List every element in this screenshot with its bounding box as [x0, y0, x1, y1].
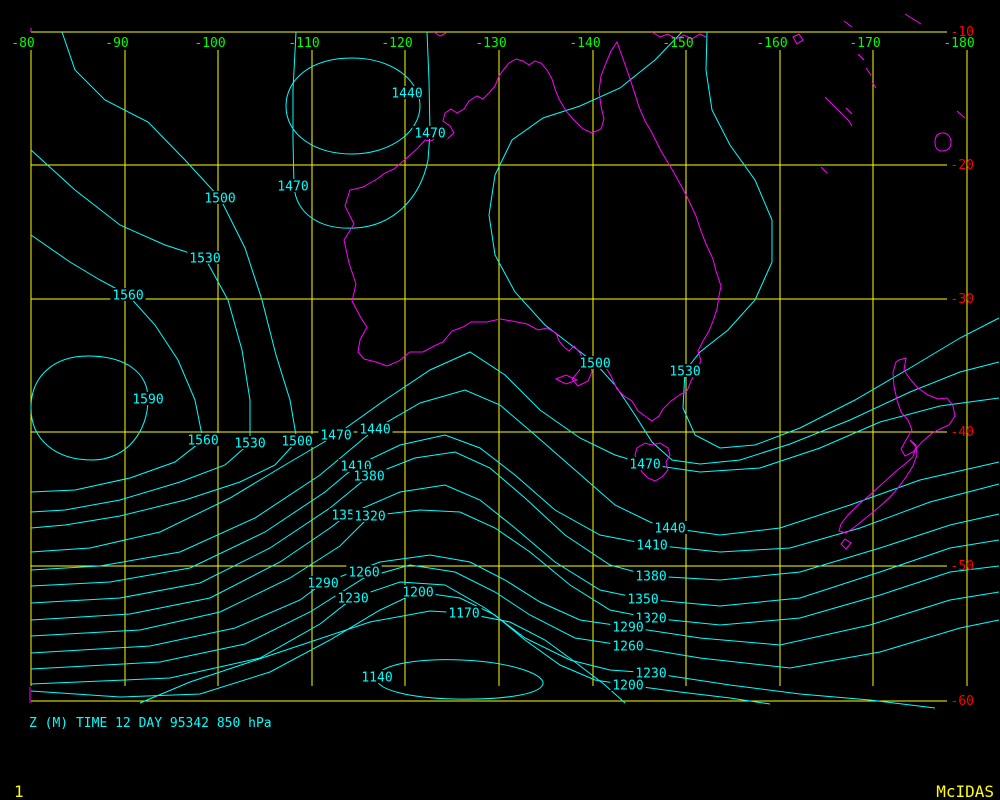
contour-label-1530-19-0: 1530: [669, 365, 700, 380]
contour-label-1320-11-0: 1320: [354, 510, 385, 525]
contour-label-1470-1-0: 1470: [277, 180, 308, 195]
contour-label-1440-0-0: 1440: [391, 87, 422, 102]
contour-label-1290-12-1: 1290: [612, 621, 643, 636]
contour-label-1440-7-0: 1440: [359, 423, 390, 438]
latitude-label--30: -30: [951, 292, 974, 307]
contour-label-1440-7-1: 1440: [654, 522, 685, 537]
contour-label-1140-17-0: 1140: [361, 671, 392, 686]
contour-label-1410-8-1: 1410: [636, 539, 667, 554]
longitude-label--80: -80: [11, 36, 34, 51]
contour-label-1380-9-1: 1380: [635, 570, 666, 585]
latitude-label--40: -40: [951, 425, 974, 440]
contour-label-1230-14-0: 1230: [337, 592, 368, 607]
contour-label-1290-12-0: 1290: [307, 577, 338, 592]
contour-label-1200-15-0: 1200: [402, 586, 433, 601]
latitude-label--10: -10: [951, 25, 974, 40]
mcidas-display: 1440 1470 1470 1500 1500 1530 1530 1560 1560 1590…: [0, 0, 1000, 800]
longitude-label--140: -140: [569, 36, 600, 51]
frame-number: 1: [14, 782, 24, 800]
status-bar-text: Z (M) TIME 12 DAY 95342 850 hPa: [29, 716, 272, 731]
contour-label-1380-9-0: 1380: [353, 470, 384, 485]
contour-label-1470-6-1: 1470: [629, 458, 660, 473]
contour-label-1560-4-0: 1560: [112, 289, 143, 304]
latitude-label--20: -20: [951, 158, 974, 173]
longitude-label--90: -90: [105, 36, 128, 51]
contour-label-1200-15-1: 1200: [612, 679, 643, 694]
latitude-label--50: -50: [951, 559, 974, 574]
longitude-label--120: -120: [381, 36, 412, 51]
contour-label-1470-6-0: 1470: [320, 429, 351, 444]
longitude-label--170: -170: [849, 36, 880, 51]
contour-label-1170-16-0: 1170: [448, 607, 479, 622]
map-canvas[interactable]: 1440 1470 1470 1500 1500 1530 1530 1560 1560 1590…: [0, 0, 1000, 800]
longitude-label--130: -130: [475, 36, 506, 51]
contour-label-1350-10-1: 1350: [627, 593, 658, 608]
contour-label-1500-2-0: 1500: [204, 192, 235, 207]
contour-label-1560-4-1: 1560: [187, 434, 218, 449]
longitude-label--150: -150: [662, 36, 693, 51]
longitude-label--110: -110: [288, 36, 319, 51]
contour-label-1530-3-1: 1530: [234, 437, 265, 452]
contour-label-1590-5-0: 1590: [132, 393, 163, 408]
contour-label-1500-2-1: 1500: [281, 435, 312, 450]
longitude-label--160: -160: [756, 36, 787, 51]
mcidas-brand: McIDAS: [936, 782, 994, 800]
contour-label-1470-1-1: 1470: [414, 127, 445, 142]
latitude-label--60: -60: [951, 694, 974, 709]
contour-label-1260-13-0: 1260: [348, 566, 379, 581]
contour-label-1260-13-1: 1260: [612, 640, 643, 655]
longitude-label--100: -100: [194, 36, 225, 51]
contour-label-1530-3-0: 1530: [189, 252, 220, 267]
contour-label-1500-18-0: 1500: [579, 357, 610, 372]
